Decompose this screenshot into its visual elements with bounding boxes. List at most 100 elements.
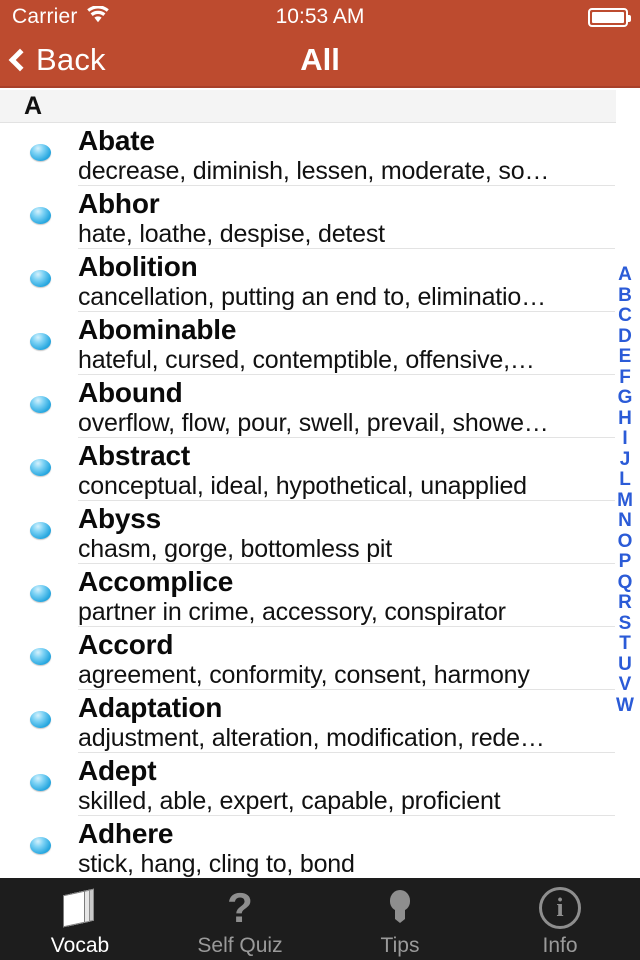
list-item-text: Abominable hateful, cursed, contemptible,… [78,314,620,375]
blue-sphere-bullet-icon [30,207,51,224]
app-screen: Carrier 10:53 AM Back All A Abate decrea… [0,0,640,960]
blue-sphere-bullet-icon [30,711,51,728]
list-item[interactable]: Abyss chasm, gorge, bottomless pit [0,501,640,564]
list-item-text: Adhere stick, hang, cling to, bond [78,818,620,878]
vocabulary-word: Accomplice [78,566,234,597]
list-item-text: Abstract conceptual, ideal, hypothetical,… [78,440,620,501]
index-letter-r[interactable]: R [618,592,632,614]
list-item-text: Abolition cancellation, putting an end to… [78,251,620,312]
index-letter-j[interactable]: J [620,449,631,471]
list-item-text: Accord agreement, conformity, consent, ha… [78,629,620,690]
blue-sphere-bullet-icon [30,144,51,161]
list-item[interactable]: Abate decrease, diminish, lessen, moderat… [0,123,640,186]
index-letter-i[interactable]: I [622,428,627,450]
vocabulary-definition: overflow, flow, pour, swell, prevail, sh… [78,409,549,437]
chevron-left-icon [8,48,32,72]
index-letter-v[interactable]: V [619,674,632,696]
tab-label: Info [542,934,578,957]
tab-tips[interactable]: Tips [320,878,480,958]
question-mark-icon: ? [227,884,253,931]
list-item[interactable]: Adaptation adjustment, alteration, modifi… [0,690,640,753]
list-item-text: Accomplice partner in crime, accessory, c… [78,566,620,627]
tab-label: Vocab [50,934,110,957]
vocabulary-word: Adept [78,755,157,786]
index-letter-g[interactable]: G [618,387,633,409]
tab-label: Self Quiz [197,934,283,957]
lightbulb-icon [387,887,413,929]
list-item-text: Adaptation adjustment, alteration, modifi… [78,692,620,753]
back-button[interactable]: Back [0,42,106,78]
vocabulary-word: Accord [78,629,174,660]
index-letter-s[interactable]: S [619,613,632,635]
list-item-text: Adept skilled, able, expert, capable, pro… [78,755,620,816]
list-item[interactable]: Abolition cancellation, putting an end to… [0,249,640,312]
index-letter-c[interactable]: C [618,305,632,327]
vocabulary-definition: hate, loathe, despise, detest [78,220,385,248]
navigation-bar: Back All [0,34,640,88]
index-letter-q[interactable]: Q [618,572,633,594]
tab-bar: Vocab? Self Quiz Tips i Info [0,878,640,960]
tab-label: Tips [380,934,420,957]
back-button-label: Back [36,42,106,77]
vocabulary-list[interactable]: Abate decrease, diminish, lessen, moderat… [0,123,640,878]
status-bar: Carrier 10:53 AM [0,0,640,34]
index-letter-l[interactable]: L [619,469,631,491]
status-bar-right [588,7,631,27]
list-item[interactable]: Abstract conceptual, ideal, hypothetical,… [0,438,640,501]
index-letter-n[interactable]: N [618,510,632,532]
list-item[interactable]: Accomplice partner in crime, accessory, c… [0,564,640,627]
index-letter-h[interactable]: H [618,408,632,430]
vocabulary-word: Abyss [78,503,162,534]
vocabulary-word: Abate [78,125,155,156]
list-item[interactable]: Adept skilled, able, expert, capable, pro… [0,753,640,816]
list-item[interactable]: Accord agreement, conformity, consent, ha… [0,627,640,690]
blue-sphere-bullet-icon [30,585,51,602]
list-item-text: Abound overflow, flow, pour, swell, preva… [78,377,620,438]
list-item[interactable]: Abominable hateful, cursed, contemptible,… [0,312,640,375]
index-letter-f[interactable]: F [619,367,631,389]
tab-info[interactable]: i Info [480,878,640,958]
alphabet-index[interactable]: ABCDEFGHIJLMNOPQRSTUVW [614,264,636,717]
index-letter-o[interactable]: O [618,531,633,553]
index-letter-p[interactable]: P [619,551,632,573]
vocabulary-word: Abound [78,377,183,408]
blue-sphere-bullet-icon [30,774,51,791]
vocabulary-word: Abstract [78,440,190,471]
blue-sphere-bullet-icon [30,648,51,665]
index-letter-w[interactable]: W [616,695,634,717]
vocabulary-definition: skilled, able, expert, capable, proficie… [78,787,501,815]
blue-sphere-bullet-icon [30,270,51,287]
index-letter-u[interactable]: U [618,654,632,676]
list-item[interactable]: Abound overflow, flow, pour, swell, preva… [0,375,640,438]
vocabulary-word: Abhor [78,188,160,219]
vocabulary-definition: adjustment, alteration, modification, re… [78,724,545,752]
vocabulary-definition: hateful, cursed, contemptible, offensive… [78,346,535,374]
tab-vocab[interactable]: Vocab [0,878,160,958]
vocabulary-definition: partner in crime, accessory, conspirator [78,598,506,626]
index-letter-d[interactable]: D [618,326,632,348]
carrier-label: Carrier [12,5,78,28]
battery-fill [592,11,624,23]
index-letter-e[interactable]: E [619,346,632,368]
index-letter-b[interactable]: B [618,285,632,307]
tab-self-quiz[interactable]: ? Self Quiz [160,878,320,958]
status-bar-left: Carrier [12,4,110,29]
vocabulary-word: Abolition [78,251,198,282]
vocabulary-definition: cancellation, putting an end to, elimina… [78,283,546,311]
index-letter-t[interactable]: T [619,633,631,655]
blue-sphere-bullet-icon [30,396,51,413]
battery-icon [588,7,631,27]
blue-sphere-bullet-icon [30,522,51,539]
list-item[interactable]: Adhere stick, hang, cling to, bond [0,816,640,878]
book-icon [60,887,100,929]
vocabulary-definition: chasm, gorge, bottomless pit [78,535,392,563]
blue-sphere-bullet-icon [30,333,51,350]
vocabulary-word: Abominable [78,314,237,345]
index-letter-m[interactable]: M [617,490,633,512]
list-item[interactable]: Abhor hate, loathe, despise, detest [0,186,640,249]
blue-sphere-bullet-icon [30,837,51,854]
index-letter-a[interactable]: A [618,264,632,286]
vocabulary-definition: stick, hang, cling to, bond [78,850,355,878]
vocabulary-definition: agreement, conformity, consent, harmony [78,661,530,689]
vocabulary-word: Adhere [78,818,174,849]
